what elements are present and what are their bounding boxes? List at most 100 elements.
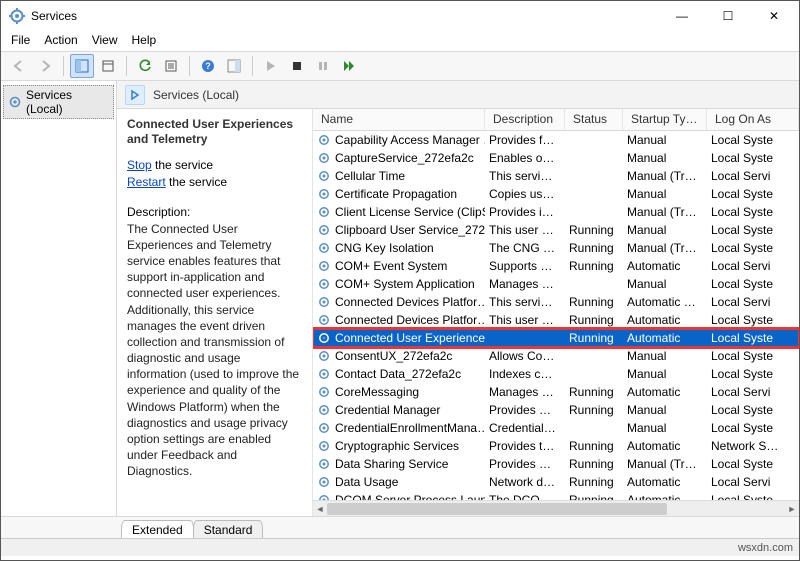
service-row[interactable]: Client License Service (ClipS…Provides i… [313, 203, 799, 221]
restart-link[interactable]: Restart [127, 175, 166, 189]
nav-forward-button[interactable] [33, 54, 57, 78]
service-status: Running [565, 403, 623, 417]
service-description: The CNG ke… [485, 241, 565, 255]
col-status[interactable]: Status [565, 109, 623, 130]
service-name: Cryptographic Services [335, 439, 459, 453]
col-startup-type[interactable]: Startup Type [623, 109, 707, 130]
service-row[interactable]: Data Sharing ServiceProvides da…RunningM… [313, 455, 799, 473]
service-row[interactable]: DCOM Server Process Laun…The DCOML…Runni… [313, 491, 799, 500]
stop-link[interactable]: Stop [127, 158, 152, 172]
col-description[interactable]: Description [485, 109, 565, 130]
export-list-button[interactable] [96, 54, 120, 78]
service-row[interactable]: Capability Access Manager …Provides fac…… [313, 131, 799, 149]
nav-back-button[interactable] [7, 54, 31, 78]
service-row[interactable]: ConsentUX_272efa2cAllows Con…ManualLocal… [313, 347, 799, 365]
service-name: DCOM Server Process Laun… [335, 493, 485, 500]
scroll-right-arrow[interactable]: ► [785, 501, 799, 516]
service-description: This user ser… [485, 223, 565, 237]
service-row[interactable]: Credential ManagerProvides se…RunningMan… [313, 401, 799, 419]
tree-root-services-local[interactable]: Services (Local) [3, 85, 114, 119]
show-hide-tree-button[interactable] [70, 54, 94, 78]
help-button[interactable]: ? [196, 54, 220, 78]
service-description: Copies user … [485, 187, 565, 201]
gear-icon [317, 295, 331, 309]
menu-file[interactable]: File [11, 33, 30, 47]
window-close[interactable]: ✕ [751, 1, 797, 31]
properties-button[interactable] [159, 54, 183, 78]
service-description: Provides inf… [485, 205, 565, 219]
menu-action[interactable]: Action [44, 33, 77, 47]
tab-standard[interactable]: Standard [193, 520, 264, 538]
gear-icon [317, 385, 331, 399]
window-title: Services [31, 9, 659, 23]
service-row[interactable]: Data UsageNetwork dat…RunningAutomaticLo… [313, 473, 799, 491]
gear-icon [317, 439, 331, 453]
window-maximize[interactable]: ☐ [705, 1, 751, 31]
service-logon: Local Servi [707, 169, 799, 183]
service-row[interactable]: CredentialEnrollmentMana…Credential E…Ma… [313, 419, 799, 437]
service-status: Running [565, 493, 623, 500]
service-name: ConsentUX_272efa2c [335, 349, 452, 363]
restart-service-button[interactable] [337, 54, 361, 78]
start-service-button[interactable] [259, 54, 283, 78]
service-row[interactable]: COM+ Event SystemSupports Sy…RunningAuto… [313, 257, 799, 275]
col-name[interactable]: Name [313, 109, 485, 130]
refresh-button[interactable] [133, 54, 157, 78]
tab-extended[interactable]: Extended [121, 520, 194, 538]
window-minimize[interactable]: — [659, 1, 705, 31]
menu-help[interactable]: Help [132, 33, 157, 47]
service-name: Certificate Propagation [335, 187, 457, 201]
service-logon: Local Syste [707, 277, 799, 291]
service-logon: Local Syste [707, 241, 799, 255]
service-row[interactable]: Connected Devices Platfor…This user ser…… [313, 311, 799, 329]
service-row[interactable]: Cryptographic ServicesProvides thr…Runni… [313, 437, 799, 455]
service-name: Cellular Time [335, 169, 405, 183]
service-startup-type: Manual [623, 133, 707, 147]
service-name: Clipboard User Service_272e… [335, 223, 485, 237]
service-row[interactable]: CaptureService_272efa2cEnables opti…Manu… [313, 149, 799, 167]
service-row[interactable]: Cellular TimeThis service …Manual (Trig…… [313, 167, 799, 185]
service-row[interactable]: CNG Key IsolationThe CNG ke…RunningManua… [313, 239, 799, 257]
service-status: Running [565, 439, 623, 453]
scroll-thumb[interactable] [327, 503, 667, 515]
statusbar-text: wsxdn.com [738, 542, 793, 554]
toolbar-separator [63, 56, 64, 76]
gear-icon [317, 403, 331, 417]
service-logon: Local Syste [707, 331, 799, 345]
menu-view[interactable]: View [92, 33, 118, 47]
service-row[interactable]: Contact Data_272efa2cIndexes con…ManualL… [313, 365, 799, 383]
service-startup-type: Manual [623, 349, 707, 363]
horizontal-scrollbar[interactable]: ◄ ► [313, 500, 799, 516]
service-status: Running [565, 331, 623, 345]
action-pane-button[interactable] [222, 54, 246, 78]
service-description: Network dat… [485, 475, 565, 489]
service-logon: Local Servi [707, 259, 799, 273]
services-list[interactable]: Name Description Status Startup Type Log… [313, 109, 799, 516]
scroll-left-arrow[interactable]: ◄ [313, 501, 327, 516]
service-startup-type: Automatic (… [623, 295, 707, 309]
pause-service-button[interactable] [311, 54, 335, 78]
service-status: Running [565, 475, 623, 489]
tree-root-label: Services (Local) [26, 88, 109, 116]
service-row[interactable]: Clipboard User Service_272e…This user se… [313, 221, 799, 239]
titlebar: Services — ☐ ✕ [1, 1, 799, 31]
statusbar: wsxdn.com [1, 538, 799, 556]
service-logon: Local Syste [707, 367, 799, 381]
results-header: Services (Local) [117, 81, 799, 109]
service-row[interactable]: Connected User Experiences and Telemetry… [313, 329, 799, 347]
service-startup-type: Manual [623, 277, 707, 291]
service-name: Connected User Experiences and Telemetry [335, 331, 485, 345]
service-row[interactable]: CoreMessagingManages co…RunningAutomatic… [313, 383, 799, 401]
service-name: Capability Access Manager … [335, 133, 485, 147]
col-log-on-as[interactable]: Log On As [707, 109, 799, 130]
service-row[interactable]: Certificate PropagationCopies user …Manu… [313, 185, 799, 203]
console-tree[interactable]: Services (Local) [1, 81, 117, 516]
service-row[interactable]: Connected Devices Platfor…This service …… [313, 293, 799, 311]
column-headers[interactable]: Name Description Status Startup Type Log… [313, 109, 799, 131]
service-logon: Local Syste [707, 421, 799, 435]
service-row[interactable]: COM+ System ApplicationManages th…Manual… [313, 275, 799, 293]
service-logon: Local Syste [707, 457, 799, 471]
stop-service-button[interactable] [285, 54, 309, 78]
service-logon: Network S… [707, 439, 799, 453]
service-startup-type: Manual (Trig… [623, 205, 707, 219]
